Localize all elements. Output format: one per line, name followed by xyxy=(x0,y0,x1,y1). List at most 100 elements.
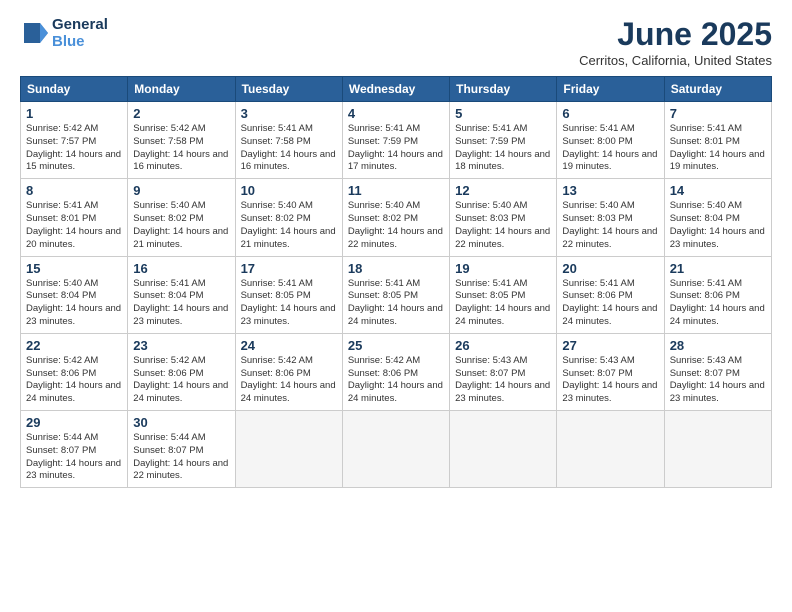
daylight-label: Daylight: 14 hours and 22 minutes. xyxy=(348,226,443,250)
daylight-label: Daylight: 14 hours and 23 minutes. xyxy=(26,303,121,327)
sunrise-label: Sunrise: 5:40 AM xyxy=(670,200,742,211)
calendar-cell: 17 Sunrise: 5:41 AM Sunset: 8:05 PM Dayl… xyxy=(235,256,342,333)
sunset-label: Sunset: 8:07 PM xyxy=(670,368,740,379)
day-number: 6 xyxy=(562,106,658,121)
day-number: 28 xyxy=(670,338,766,353)
sunset-label: Sunset: 8:06 PM xyxy=(133,368,203,379)
day-info: Sunrise: 5:41 AM Sunset: 8:01 PM Dayligh… xyxy=(26,200,122,251)
sunset-label: Sunset: 8:07 PM xyxy=(562,368,632,379)
calendar-cell: 9 Sunrise: 5:40 AM Sunset: 8:02 PM Dayli… xyxy=(128,179,235,256)
sunset-label: Sunset: 7:59 PM xyxy=(455,136,525,147)
day-number: 29 xyxy=(26,415,122,430)
daylight-label: Daylight: 14 hours and 23 minutes. xyxy=(241,303,336,327)
day-number: 5 xyxy=(455,106,551,121)
sunset-label: Sunset: 8:07 PM xyxy=(133,445,203,456)
calendar-cell: 25 Sunrise: 5:42 AM Sunset: 8:06 PM Dayl… xyxy=(342,333,449,410)
sunset-label: Sunset: 8:05 PM xyxy=(455,290,525,301)
daylight-label: Daylight: 14 hours and 21 minutes. xyxy=(241,226,336,250)
week-row-3: 22 Sunrise: 5:42 AM Sunset: 8:06 PM Dayl… xyxy=(21,333,772,410)
day-number: 23 xyxy=(133,338,229,353)
sunset-label: Sunset: 8:00 PM xyxy=(562,136,632,147)
logo: General Blue xyxy=(20,16,108,50)
sunset-label: Sunset: 8:01 PM xyxy=(26,213,96,224)
daylight-label: Daylight: 14 hours and 24 minutes. xyxy=(133,380,228,404)
sunrise-label: Sunrise: 5:41 AM xyxy=(241,123,313,134)
calendar-cell: 19 Sunrise: 5:41 AM Sunset: 8:05 PM Dayl… xyxy=(450,256,557,333)
daylight-label: Daylight: 14 hours and 24 minutes. xyxy=(348,303,443,327)
month-title: June 2025 xyxy=(579,16,772,53)
sunrise-label: Sunrise: 5:42 AM xyxy=(241,355,313,366)
sunrise-label: Sunrise: 5:40 AM xyxy=(562,200,634,211)
daylight-label: Daylight: 14 hours and 24 minutes. xyxy=(241,380,336,404)
daylight-label: Daylight: 14 hours and 19 minutes. xyxy=(670,149,765,173)
sunrise-label: Sunrise: 5:42 AM xyxy=(133,123,205,134)
day-info: Sunrise: 5:42 AM Sunset: 7:57 PM Dayligh… xyxy=(26,123,122,174)
calendar-cell xyxy=(557,411,664,488)
day-info: Sunrise: 5:40 AM Sunset: 8:03 PM Dayligh… xyxy=(455,200,551,251)
sunset-label: Sunset: 8:02 PM xyxy=(133,213,203,224)
daylight-label: Daylight: 14 hours and 24 minutes. xyxy=(670,303,765,327)
day-number: 22 xyxy=(26,338,122,353)
calendar-cell: 26 Sunrise: 5:43 AM Sunset: 8:07 PM Dayl… xyxy=(450,333,557,410)
calendar-cell xyxy=(342,411,449,488)
calendar-cell: 22 Sunrise: 5:42 AM Sunset: 8:06 PM Dayl… xyxy=(21,333,128,410)
calendar-cell: 10 Sunrise: 5:40 AM Sunset: 8:02 PM Dayl… xyxy=(235,179,342,256)
sunset-label: Sunset: 7:59 PM xyxy=(348,136,418,147)
daylight-label: Daylight: 14 hours and 19 minutes. xyxy=(562,149,657,173)
sunset-label: Sunset: 8:02 PM xyxy=(241,213,311,224)
day-info: Sunrise: 5:40 AM Sunset: 8:04 PM Dayligh… xyxy=(670,200,766,251)
sunset-label: Sunset: 8:05 PM xyxy=(241,290,311,301)
daylight-label: Daylight: 14 hours and 24 minutes. xyxy=(455,303,550,327)
col-wednesday: Wednesday xyxy=(342,77,449,102)
calendar-cell: 18 Sunrise: 5:41 AM Sunset: 8:05 PM Dayl… xyxy=(342,256,449,333)
calendar-cell: 7 Sunrise: 5:41 AM Sunset: 8:01 PM Dayli… xyxy=(664,102,771,179)
sunset-label: Sunset: 8:06 PM xyxy=(241,368,311,379)
sunrise-label: Sunrise: 5:42 AM xyxy=(26,355,98,366)
col-saturday: Saturday xyxy=(664,77,771,102)
sunrise-label: Sunrise: 5:40 AM xyxy=(348,200,420,211)
daylight-label: Daylight: 14 hours and 23 minutes. xyxy=(562,380,657,404)
day-number: 17 xyxy=(241,261,337,276)
week-row-0: 1 Sunrise: 5:42 AM Sunset: 7:57 PM Dayli… xyxy=(21,102,772,179)
day-info: Sunrise: 5:41 AM Sunset: 7:59 PM Dayligh… xyxy=(455,123,551,174)
calendar-cell: 23 Sunrise: 5:42 AM Sunset: 8:06 PM Dayl… xyxy=(128,333,235,410)
day-info: Sunrise: 5:41 AM Sunset: 8:05 PM Dayligh… xyxy=(348,278,444,329)
sunrise-label: Sunrise: 5:40 AM xyxy=(455,200,527,211)
day-number: 1 xyxy=(26,106,122,121)
calendar-cell: 2 Sunrise: 5:42 AM Sunset: 7:58 PM Dayli… xyxy=(128,102,235,179)
calendar-cell: 8 Sunrise: 5:41 AM Sunset: 8:01 PM Dayli… xyxy=(21,179,128,256)
sunset-label: Sunset: 8:04 PM xyxy=(670,213,740,224)
day-info: Sunrise: 5:41 AM Sunset: 8:01 PM Dayligh… xyxy=(670,123,766,174)
day-number: 13 xyxy=(562,183,658,198)
col-thursday: Thursday xyxy=(450,77,557,102)
header: General Blue June 2025 Cerritos, Califor… xyxy=(20,16,772,68)
sunset-label: Sunset: 8:01 PM xyxy=(670,136,740,147)
day-number: 4 xyxy=(348,106,444,121)
sunrise-label: Sunrise: 5:43 AM xyxy=(670,355,742,366)
day-number: 21 xyxy=(670,261,766,276)
calendar-cell: 3 Sunrise: 5:41 AM Sunset: 7:58 PM Dayli… xyxy=(235,102,342,179)
day-number: 12 xyxy=(455,183,551,198)
sunset-label: Sunset: 8:02 PM xyxy=(348,213,418,224)
sunrise-label: Sunrise: 5:41 AM xyxy=(26,200,98,211)
calendar-header-row: Sunday Monday Tuesday Wednesday Thursday… xyxy=(21,77,772,102)
day-info: Sunrise: 5:40 AM Sunset: 8:02 PM Dayligh… xyxy=(133,200,229,251)
calendar-cell: 4 Sunrise: 5:41 AM Sunset: 7:59 PM Dayli… xyxy=(342,102,449,179)
day-number: 2 xyxy=(133,106,229,121)
day-number: 10 xyxy=(241,183,337,198)
day-info: Sunrise: 5:43 AM Sunset: 8:07 PM Dayligh… xyxy=(562,355,658,406)
location: Cerritos, California, United States xyxy=(579,53,772,68)
daylight-label: Daylight: 14 hours and 24 minutes. xyxy=(348,380,443,404)
calendar-cell: 14 Sunrise: 5:40 AM Sunset: 8:04 PM Dayl… xyxy=(664,179,771,256)
day-info: Sunrise: 5:44 AM Sunset: 8:07 PM Dayligh… xyxy=(133,432,229,483)
sunrise-label: Sunrise: 5:40 AM xyxy=(133,200,205,211)
day-number: 9 xyxy=(133,183,229,198)
sunrise-label: Sunrise: 5:43 AM xyxy=(455,355,527,366)
sunrise-label: Sunrise: 5:41 AM xyxy=(455,278,527,289)
sunrise-label: Sunrise: 5:41 AM xyxy=(455,123,527,134)
day-info: Sunrise: 5:41 AM Sunset: 7:59 PM Dayligh… xyxy=(348,123,444,174)
daylight-label: Daylight: 14 hours and 16 minutes. xyxy=(241,149,336,173)
logo-text: General Blue xyxy=(52,16,108,50)
daylight-label: Daylight: 14 hours and 23 minutes. xyxy=(133,303,228,327)
calendar-cell: 11 Sunrise: 5:40 AM Sunset: 8:02 PM Dayl… xyxy=(342,179,449,256)
